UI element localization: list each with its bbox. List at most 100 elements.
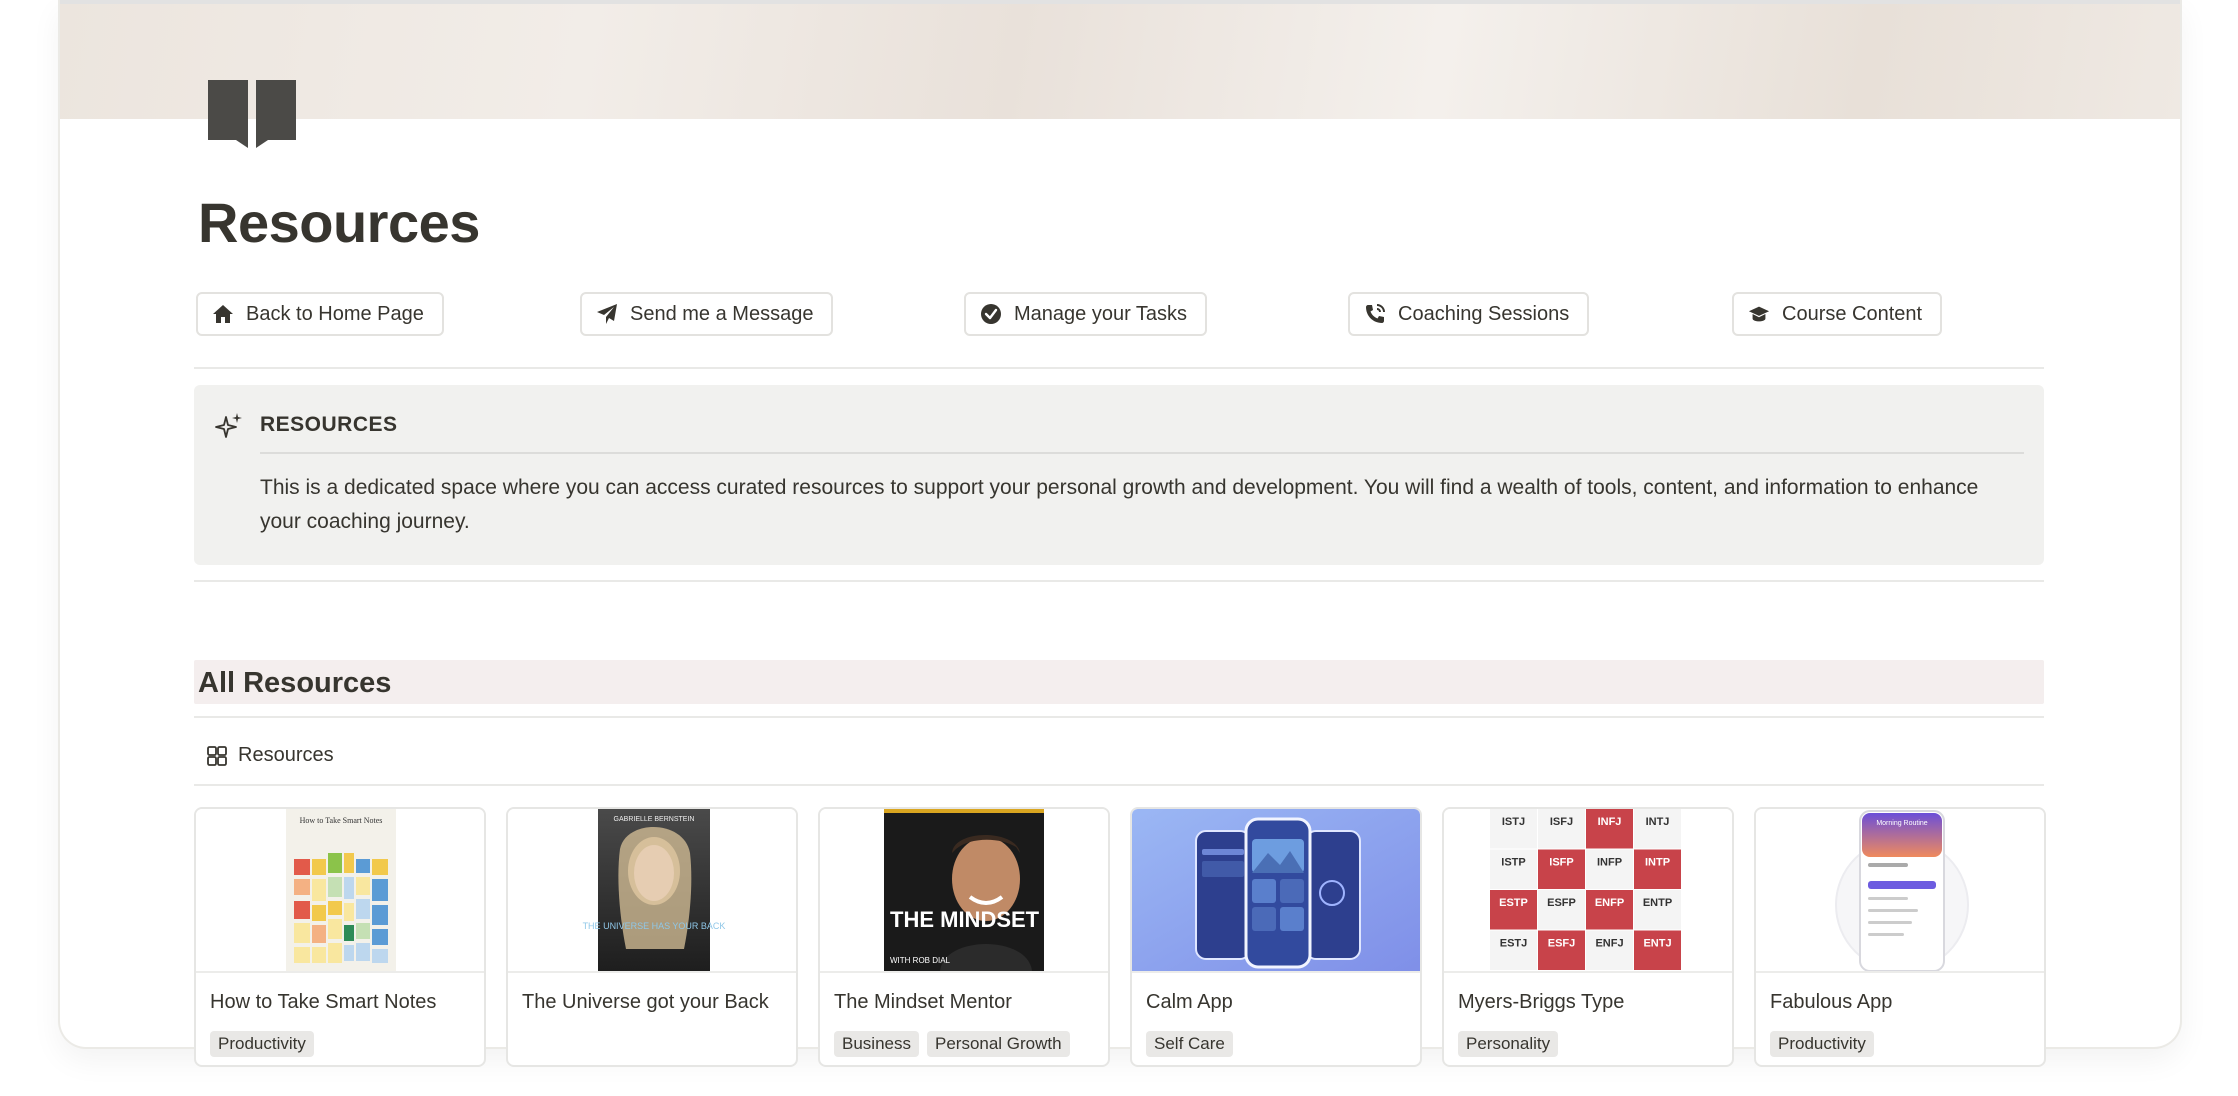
mbti-cell: [1490, 930, 1537, 970]
mbti-cell: [1634, 809, 1681, 849]
card-cover: GABRIELLE BERNSTEIN THE UNIVERSE HAS YOU…: [508, 809, 796, 973]
callout-text: This is a dedicated space where you can …: [260, 476, 1979, 533]
gallery-icon: [206, 745, 228, 767]
resource-card-myers-briggs[interactable]: ISTJ ISFJ INFJ INTJ ISTP ISFP INFP INTP ESTP ESFP…: [1442, 807, 1734, 1067]
divider: [194, 784, 2044, 786]
tag-productivity: Productivity: [1770, 1031, 1874, 1057]
card-tags: Personality: [1458, 1031, 1559, 1057]
mbti-cell: [1586, 890, 1633, 930]
button-label: Course Content: [1782, 302, 1923, 325]
mbti-label: ISTP: [1501, 857, 1525, 869]
cover-subtitle-text: WITH ROB DIAL: [890, 956, 951, 965]
cover-title-text: THE UNIVERSE HAS YOUR BACK: [583, 921, 726, 931]
resource-card-mindset-mentor[interactable]: THE MINDSET MENTOR WITH ROB DIAL The Min…: [818, 807, 1110, 1067]
book-cover-image: How to Take Smart Notes: [286, 809, 396, 971]
mbti-label: ESTJ: [1500, 938, 1528, 950]
mbti-cell: [1538, 890, 1585, 930]
tag-personal-growth: Personal Growth: [926, 1031, 1070, 1057]
section-heading-text: All Resources: [198, 667, 392, 699]
home-icon: [212, 303, 234, 325]
mbti-cell: [1586, 849, 1633, 889]
card-title: Myers-Briggs Type: [1458, 991, 1625, 1013]
app-screenshot-image: Morning Routine: [1835, 810, 1969, 971]
view-tab-label: Resources: [238, 744, 334, 766]
mbti-cell: [1490, 890, 1537, 930]
card-cover: Morning Routine: [1756, 809, 2044, 973]
resource-card-smart-notes[interactable]: How to Take Smart Notes How to Take Smar…: [194, 807, 486, 1067]
divider: [194, 580, 2044, 582]
card-tags: Productivity: [210, 1031, 314, 1057]
mbti-label: ENFP: [1595, 897, 1624, 909]
divider: [194, 367, 2044, 369]
card-tags: Self Care: [1146, 1031, 1233, 1057]
book-cover-image: GABRIELLE BERNSTEIN THE UNIVERSE HAS YOU…: [583, 809, 726, 971]
button-label: Back to Home Page: [246, 302, 424, 325]
course-content-button[interactable]: Course Content: [1732, 292, 1943, 336]
mbti-label: ENTP: [1643, 897, 1672, 909]
view-tab-resources[interactable]: Resources: [206, 744, 334, 767]
mbti-cell: [1634, 849, 1681, 889]
mbti-cell: [1490, 849, 1537, 889]
card-tags: Productivity: [1770, 1031, 1874, 1057]
card-tags: Business Personal Growth: [834, 1031, 1070, 1057]
resource-card-calm-app[interactable]: Calm App Self Care: [1130, 807, 1422, 1067]
resource-card-universe[interactable]: GABRIELLE BERNSTEIN THE UNIVERSE HAS YOU…: [506, 807, 798, 1067]
button-label: Coaching Sessions: [1398, 302, 1570, 325]
mbti-label: ESFP: [1547, 897, 1576, 909]
mbti-label: INFJ: [1598, 816, 1622, 828]
tag-personality: Personality: [1458, 1031, 1559, 1057]
tag-self-care: Self Care: [1146, 1031, 1233, 1057]
window-top-edge: [60, 0, 2180, 4]
graduation-cap-icon: [1748, 303, 1770, 325]
button-label: Send me a Message: [630, 302, 814, 325]
paper-plane-icon: [596, 303, 618, 325]
back-to-home-button[interactable]: Back to Home Page: [196, 292, 444, 336]
mbti-cell: [1490, 809, 1537, 849]
callout-title: RESOURCES: [260, 413, 398, 436]
cover-title-text: THE MINDSET MENTOR: [890, 907, 1108, 932]
resource-card-fabulous-app[interactable]: Morning Routine Fabulous App Productivit…: [1754, 807, 2046, 1067]
card-cover: How to Take Smart Notes: [196, 809, 484, 973]
coaching-sessions-button[interactable]: Coaching Sessions: [1348, 292, 1590, 336]
mbti-cell: [1586, 930, 1633, 970]
mbti-label: INFP: [1597, 857, 1622, 869]
tag-productivity: Productivity: [210, 1031, 314, 1057]
app-screenshot-image: [1132, 809, 1420, 971]
mbti-label: ESFJ: [1548, 938, 1576, 950]
mbti-label: ISTJ: [1502, 816, 1525, 828]
mbti-label: ISFP: [1549, 857, 1573, 869]
book-icon[interactable]: [206, 78, 306, 158]
mbti-grid-image: ISTJ ISFJ INFJ INTJ ISTP ISFP INFP INTP ESTP ESFP…: [1490, 809, 1681, 970]
send-message-button[interactable]: Send me a Message: [580, 292, 834, 336]
card-cover: THE MINDSET MENTOR WITH ROB DIAL: [820, 809, 1108, 973]
mbti-label: ENTJ: [1643, 938, 1671, 950]
mbti-cell: [1538, 930, 1585, 970]
mbti-label: ENFJ: [1595, 938, 1623, 950]
manage-tasks-button[interactable]: Manage your Tasks: [964, 292, 1208, 336]
card-cover: [1132, 809, 1420, 973]
card-title: How to Take Smart Notes: [210, 991, 437, 1013]
card-cover: ISTJ ISFJ INFJ INTJ ISTP ISFP INFP INTP ESTP ESFP…: [1444, 809, 1732, 973]
podcast-cover-image: THE MINDSET MENTOR WITH ROB DIAL: [884, 809, 1108, 971]
page-title: Resources: [198, 191, 480, 254]
all-resources-heading: All Resources: [194, 660, 2044, 704]
callout-divider: [260, 452, 2024, 454]
mbti-label: ISFJ: [1550, 816, 1573, 828]
mbti-cell: [1634, 890, 1681, 930]
phone-icon: [1364, 303, 1386, 325]
card-title: Calm App: [1146, 991, 1233, 1013]
card-title: The Mindset Mentor: [834, 991, 1012, 1013]
resources-callout: RESOURCES This is a dedicated space wher…: [194, 385, 2044, 565]
mbti-label: INTJ: [1646, 816, 1670, 828]
page-cover: [60, 0, 2180, 119]
card-title: The Universe got your Back: [522, 991, 769, 1013]
card-title: Fabulous App: [1770, 991, 1893, 1013]
check-circle-icon: [980, 303, 1002, 325]
mbti-label: INTP: [1645, 857, 1670, 869]
mbti-cell: [1538, 809, 1585, 849]
sparkles-icon: [214, 411, 244, 441]
mbti-label: ESTP: [1499, 897, 1528, 909]
cover-author-text: GABRIELLE BERNSTEIN: [614, 816, 695, 823]
mbti-cell: [1538, 849, 1585, 889]
mbti-cell: [1634, 930, 1681, 970]
